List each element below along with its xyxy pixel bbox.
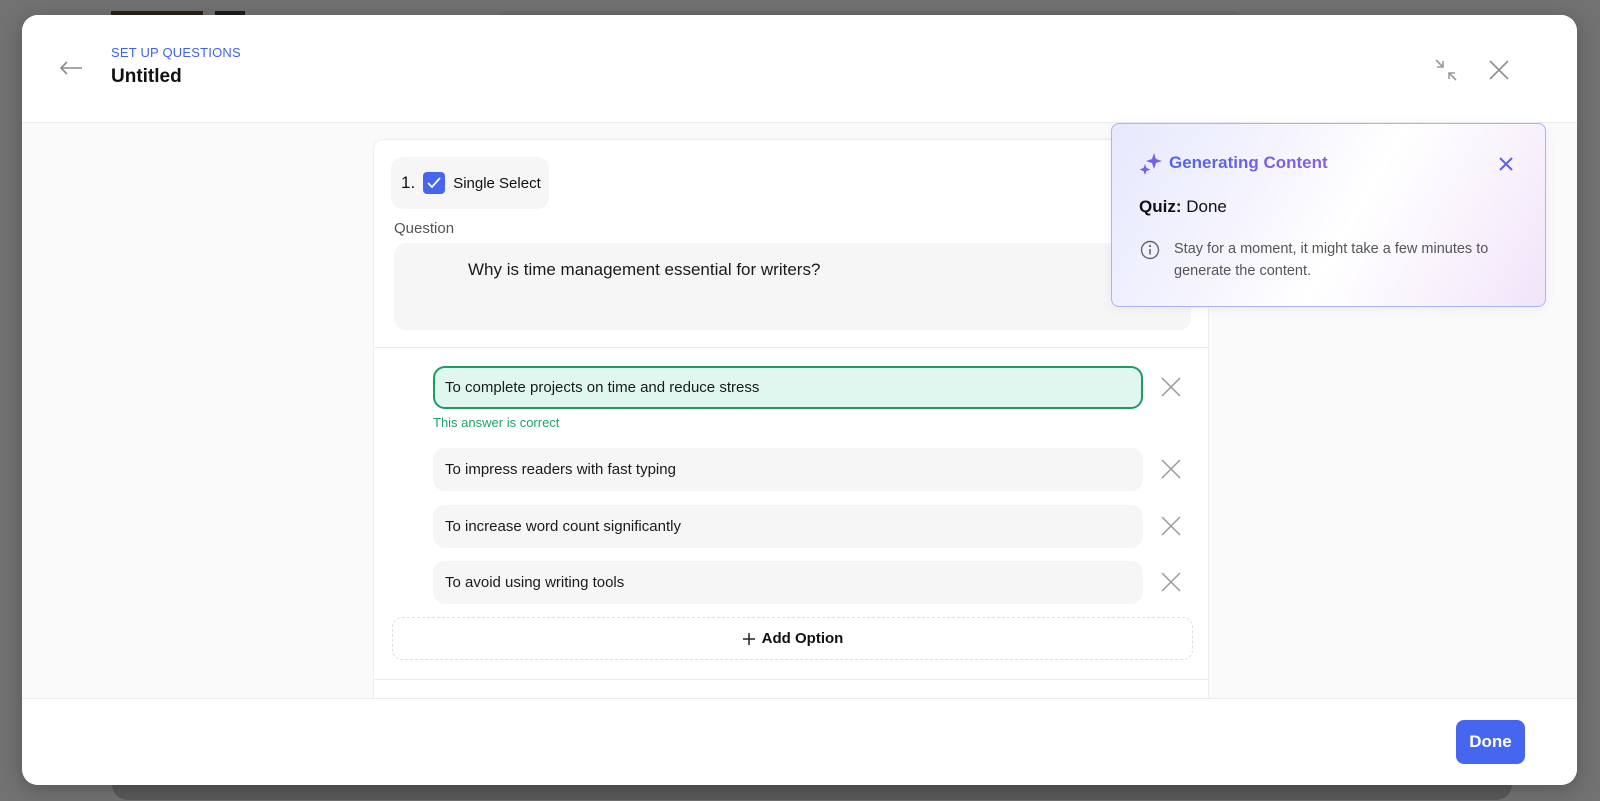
remove-option-button[interactable] bbox=[1158, 374, 1184, 400]
question-number: 1. bbox=[401, 173, 416, 192]
divider bbox=[374, 347, 1208, 348]
sparkles-icon bbox=[1139, 153, 1162, 175]
close-icon bbox=[1499, 157, 1513, 171]
remove-option-button[interactable] bbox=[1158, 569, 1184, 595]
arrow-left-icon bbox=[59, 61, 82, 75]
quiz-status: Quiz: Done bbox=[1139, 197, 1227, 217]
close-icon bbox=[1161, 572, 1181, 592]
back-button[interactable] bbox=[56, 53, 86, 83]
option-input[interactable]: To increase word count significantly bbox=[433, 505, 1143, 548]
close-icon bbox=[1161, 516, 1181, 536]
remove-option-button[interactable] bbox=[1158, 513, 1184, 539]
option-input[interactable]: To impress readers with fast typing bbox=[433, 448, 1143, 491]
close-icon bbox=[1161, 459, 1181, 479]
generating-content-toast: Generating Content Quiz: Done Stay for a… bbox=[1111, 123, 1546, 307]
plus-icon bbox=[742, 632, 755, 645]
question-input[interactable]: Why is time management essential for wri… bbox=[394, 243, 1191, 330]
question-type-label: Single Select bbox=[453, 174, 541, 192]
question-label: Question bbox=[394, 220, 455, 237]
quiz-status-value: Done bbox=[1186, 197, 1227, 216]
option-input[interactable]: To avoid using writing tools bbox=[433, 561, 1143, 604]
page-title: Untitled bbox=[111, 66, 182, 87]
collapse-icon bbox=[1435, 59, 1457, 81]
minimize-button[interactable] bbox=[1430, 55, 1462, 85]
info-icon bbox=[1140, 240, 1160, 260]
divider bbox=[374, 679, 1208, 680]
question-card: 1. Single Select Question Why is time ma… bbox=[373, 139, 1209, 719]
remove-option-button[interactable] bbox=[1158, 456, 1184, 482]
breadcrumb: SET UP QUESTIONS bbox=[111, 45, 241, 60]
toast-close-button[interactable] bbox=[1495, 153, 1517, 175]
question-type-chip[interactable]: 1. Single Select bbox=[391, 157, 549, 209]
close-icon bbox=[1161, 377, 1181, 397]
option-input-correct[interactable]: To complete projects on time and reduce … bbox=[433, 366, 1143, 409]
quiz-status-label: Quiz: bbox=[1139, 197, 1182, 216]
modal-header: SET UP QUESTIONS Untitled bbox=[22, 15, 1577, 123]
close-icon bbox=[1489, 60, 1509, 80]
modal-footer: Done bbox=[22, 698, 1577, 785]
done-button[interactable]: Done bbox=[1456, 720, 1525, 764]
add-option-label: Add Option bbox=[761, 630, 844, 647]
close-button[interactable] bbox=[1484, 55, 1514, 85]
add-option-button[interactable]: Add Option bbox=[392, 617, 1193, 660]
checkbox-icon bbox=[423, 172, 446, 194]
toast-message: Stay for a moment, it might take a few m… bbox=[1174, 241, 1489, 279]
correct-answer-note: This answer is correct bbox=[433, 415, 560, 430]
toast-title: Generating Content bbox=[1169, 153, 1328, 172]
